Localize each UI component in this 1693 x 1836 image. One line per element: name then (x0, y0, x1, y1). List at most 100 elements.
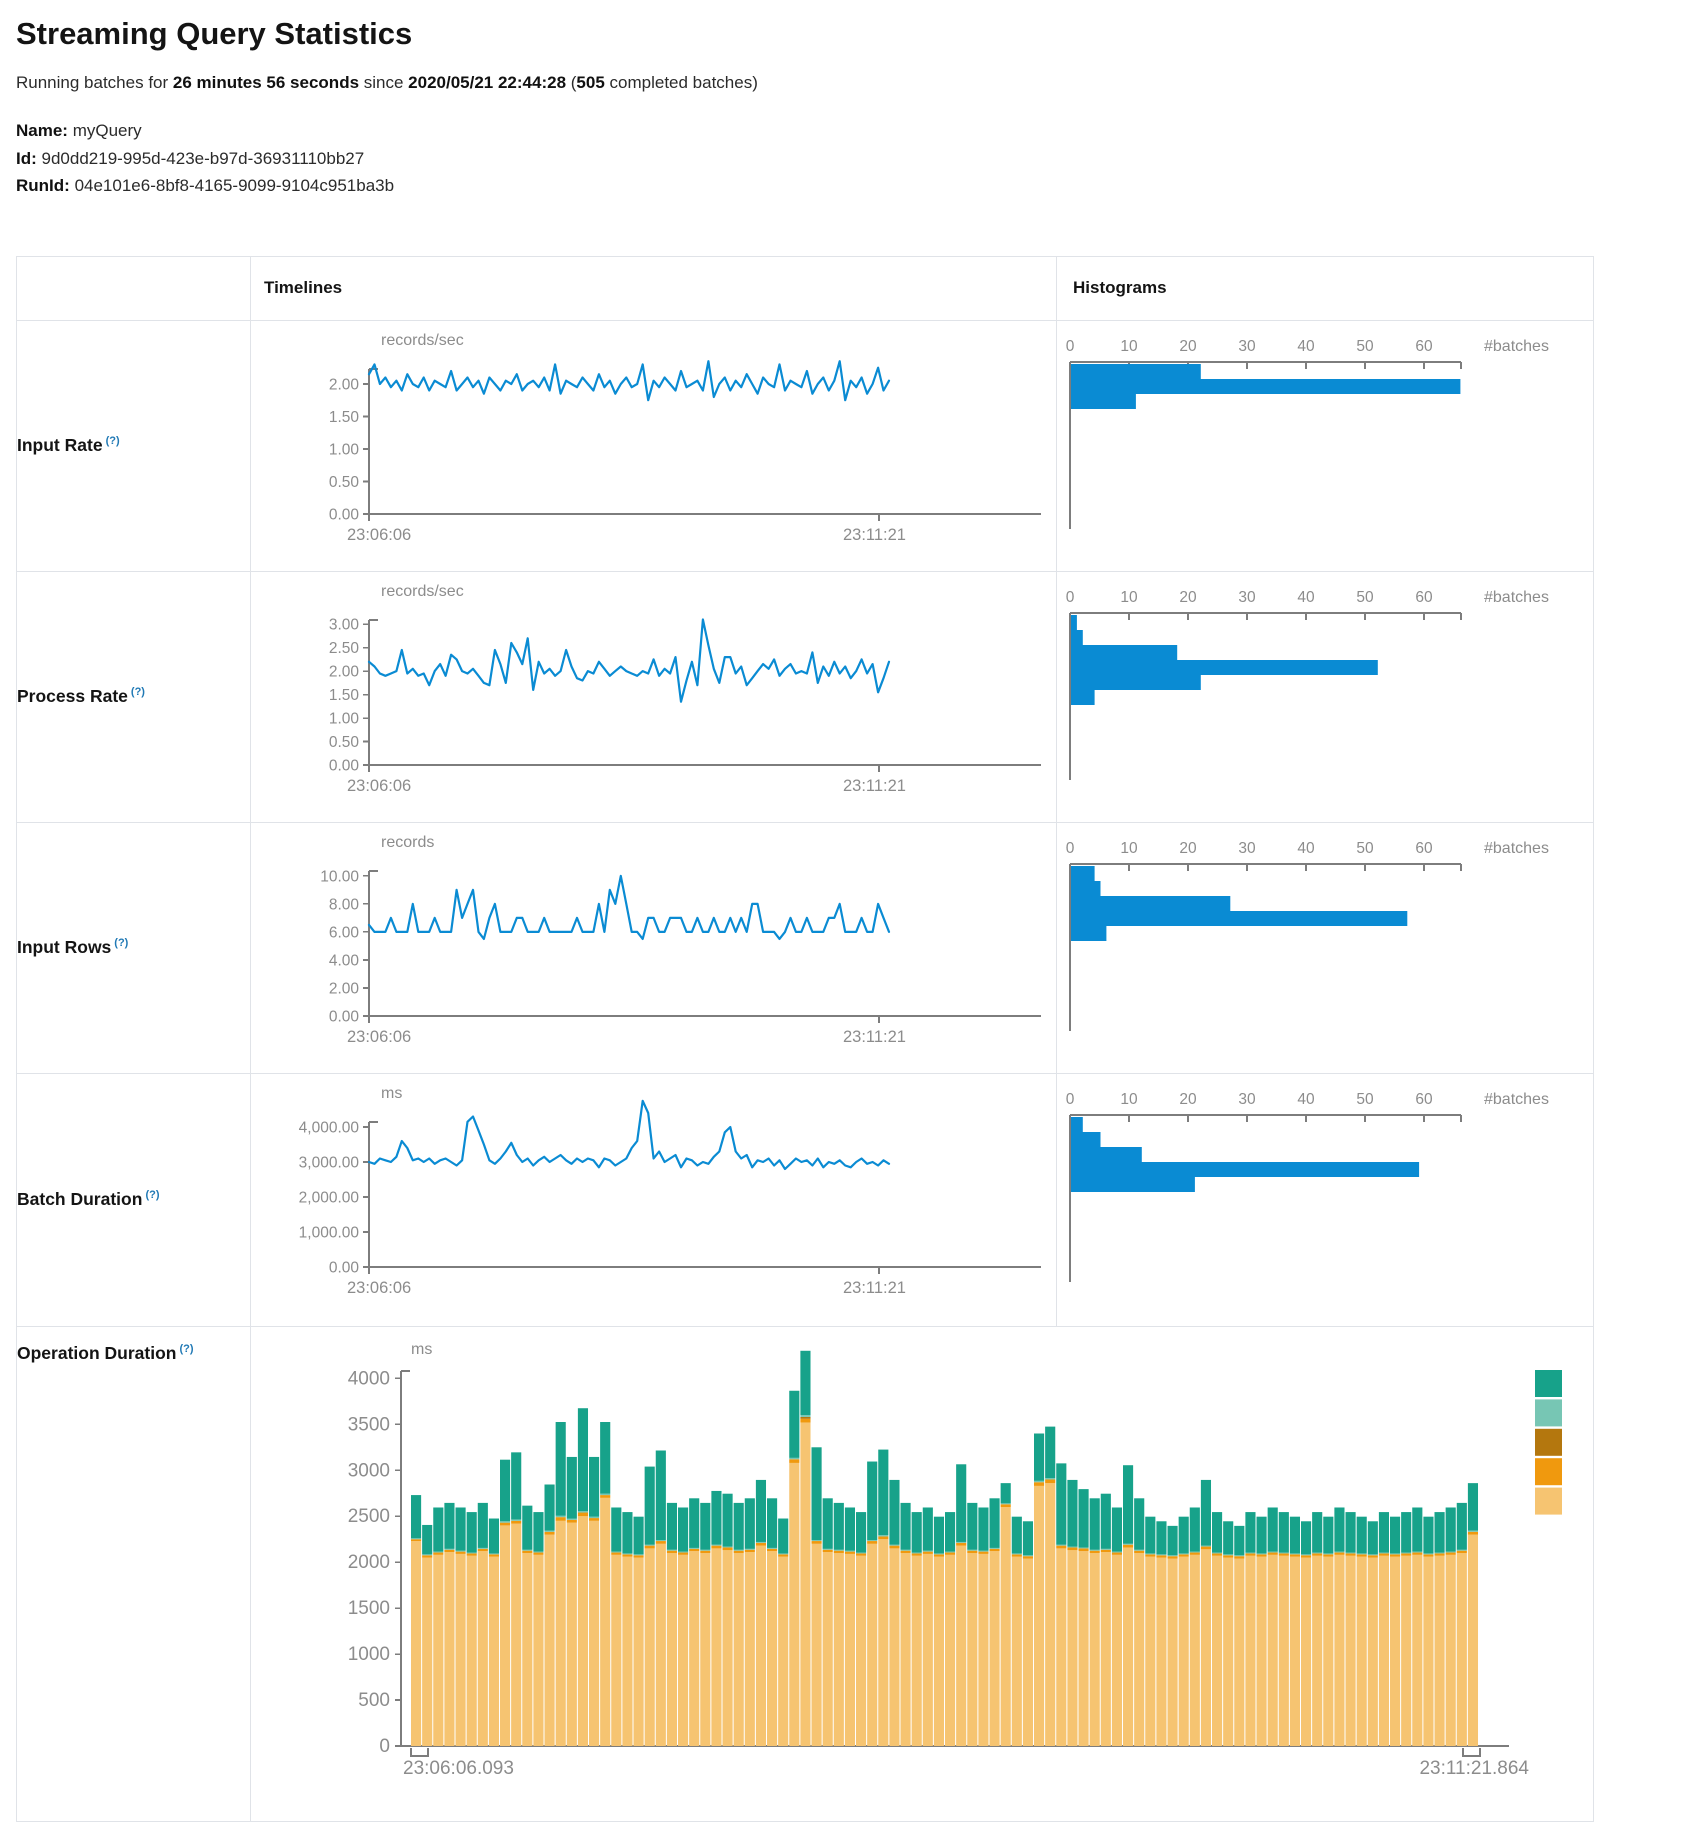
svg-text:20: 20 (1179, 1091, 1197, 1108)
svg-text:2,000.00: 2,000.00 (299, 1189, 360, 1206)
svg-text:30: 30 (1238, 589, 1256, 606)
svg-text:ms: ms (381, 1085, 402, 1102)
svg-text:23:06:06.093: 23:06:06.093 (403, 1758, 514, 1779)
row-label-process-rate: Process Rate(?) (17, 571, 251, 822)
input-rate-histogram-cell: 0102030405060#batches (1057, 320, 1594, 571)
running-start-time: 2020/05/21 22:44:28 (408, 73, 566, 92)
svg-text:500: 500 (358, 1690, 390, 1711)
running-batches-summary: Running batches for 26 minutes 56 second… (16, 73, 1677, 93)
process-rate-timeline-cell: records/sec0.000.501.001.502.002.503.002… (251, 571, 1057, 822)
svg-text:3,000.00: 3,000.00 (299, 1154, 360, 1171)
svg-text:23:11:21: 23:11:21 (843, 1028, 906, 1046)
histogram-svg: 0102030405060#batches (1057, 321, 1593, 571)
svg-text:#batches: #batches (1484, 589, 1549, 606)
svg-text:60: 60 (1415, 1091, 1433, 1108)
legend-swatch (1535, 1428, 1562, 1455)
table-row-operation-duration: Operation Duration(?) ms0500100015002000… (17, 1326, 1594, 1821)
query-runid-line: RunId: 04e101e6-8bf8-4165-9099-9104c951b… (16, 172, 1677, 200)
operation-duration-help-icon[interactable]: (?) (179, 1343, 193, 1355)
page-title: Streaming Query Statistics (16, 16, 1677, 52)
svg-text:50: 50 (1356, 589, 1374, 606)
query-runid-label: RunId: (16, 176, 70, 195)
operation-duration-label: Operation Duration (17, 1343, 176, 1363)
svg-text:0.00: 0.00 (329, 757, 360, 774)
svg-text:10: 10 (1120, 589, 1138, 606)
svg-text:40: 40 (1297, 338, 1315, 355)
table-row-input-rows: Input Rows(?) records0.002.004.006.008.0… (17, 822, 1594, 1073)
svg-text:23:06:06: 23:06:06 (347, 1279, 411, 1297)
svg-text:4,000.00: 4,000.00 (299, 1119, 360, 1136)
svg-text:10.00: 10.00 (320, 868, 359, 885)
table-row-process-rate: Process Rate(?) records/sec 0.00 0.50 1.00 1… (17, 571, 1594, 822)
process-rate-histogram-chart: 0102030405060#batches (1057, 572, 1593, 822)
process-rate-histogram-cell: 0102030405060#batches (1057, 571, 1594, 822)
batch-duration-timeline-chart: ms 0.00 1,000.00 2,000.00 3,000.00 4,000.00 23… (251, 1074, 1056, 1322)
svg-text:30: 30 (1238, 338, 1256, 355)
histogram-svg: 0102030405060#batches (1057, 823, 1593, 1073)
svg-text:1.00: 1.00 (329, 710, 360, 727)
svg-text:#batches: #batches (1484, 1091, 1549, 1108)
svg-text:50: 50 (1356, 338, 1374, 355)
input-rows-histogram-chart: 0102030405060#batches (1057, 823, 1593, 1073)
svg-text:2000: 2000 (348, 1552, 390, 1573)
svg-text:1,000.00: 1,000.00 (299, 1224, 360, 1241)
svg-text:1.50: 1.50 (329, 408, 360, 425)
batch-duration-timeline-cell: ms 0.00 1,000.00 2,000.00 3,000.00 4,000.00 23… (251, 1073, 1057, 1326)
svg-text:10: 10 (1120, 338, 1138, 355)
running-suffix: completed batches) (605, 73, 758, 92)
row-label-input-rows: Input Rows(?) (17, 822, 251, 1073)
query-name-label: Name: (16, 121, 68, 140)
query-id-label: Id: (16, 149, 37, 168)
operation-duration-stacked-chart: ms0500100015002000250030003500400023:06:… (251, 1327, 1593, 1820)
svg-text:23:11:21: 23:11:21 (843, 526, 906, 544)
svg-text:20: 20 (1179, 589, 1197, 606)
table-row-input-rate: Input Rate(?) records/sec0.000.501.001.5… (17, 320, 1594, 571)
svg-text:0.50: 0.50 (329, 734, 360, 751)
input-rate-timeline-cell: records/sec0.000.501.001.502.0023:06:062… (251, 320, 1057, 571)
svg-text:23:11:21: 23:11:21 (843, 777, 906, 795)
svg-text:records: records (381, 834, 434, 851)
svg-text:0.00: 0.00 (329, 506, 360, 523)
svg-text:3000: 3000 (348, 1460, 390, 1481)
svg-text:0: 0 (1066, 1091, 1075, 1108)
svg-text:2.00: 2.00 (329, 663, 360, 680)
batch-duration-help-icon[interactable]: (?) (145, 1189, 159, 1201)
query-id-value: 9d0dd219-995d-423e-b97d-36931110bb27 (42, 149, 365, 168)
legend-swatch (1535, 1370, 1562, 1397)
input-rows-help-icon[interactable]: (?) (114, 937, 128, 949)
histogram-svg: 0102030405060#batches (1057, 572, 1593, 822)
svg-text:4.00: 4.00 (329, 952, 360, 969)
svg-text:records/sec: records/sec (381, 583, 464, 600)
svg-text:50: 50 (1356, 840, 1374, 857)
query-meta: Name: myQuery Id: 9d0dd219-995d-423e-b97… (16, 117, 1677, 200)
input-rate-help-icon[interactable]: (?) (106, 435, 120, 447)
svg-text:60: 60 (1415, 338, 1433, 355)
svg-text:0: 0 (379, 1736, 390, 1757)
input-rate-timeline-chart: records/sec0.000.501.001.502.0023:06:062… (251, 321, 1056, 569)
input-rows-label: Input Rows (17, 937, 111, 957)
input-rows-histogram-cell: 0102030405060#batches (1057, 822, 1594, 1073)
svg-text:30: 30 (1238, 840, 1256, 857)
svg-text:23:11:21: 23:11:21 (843, 1279, 906, 1297)
svg-text:3500: 3500 (348, 1414, 390, 1435)
svg-text:2500: 2500 (348, 1506, 390, 1527)
stacked-chart-svg: ms0500100015002000250030003500400023:06:… (251, 1327, 1592, 1820)
query-name-value: myQuery (73, 121, 142, 140)
svg-text:2.00: 2.00 (329, 376, 360, 393)
legend (1535, 1370, 1562, 1515)
legend-swatch (1535, 1399, 1562, 1426)
legend-swatch (1535, 1458, 1562, 1485)
header-empty-cell (17, 256, 251, 320)
svg-text:0.00: 0.00 (329, 1259, 360, 1276)
svg-text:2.50: 2.50 (329, 640, 360, 657)
svg-text:1.50: 1.50 (329, 687, 360, 704)
svg-text:8.00: 8.00 (329, 896, 360, 913)
header-histograms: Histograms (1057, 256, 1594, 320)
process-rate-help-icon[interactable]: (?) (131, 686, 145, 698)
batch-duration-histogram-chart: 0102030405060#batches (1057, 1074, 1593, 1324)
query-runid-value: 04e101e6-8bf8-4165-9099-9104c951ba3b (75, 176, 395, 195)
svg-text:40: 40 (1297, 589, 1315, 606)
timeline-svg: records/sec0.000.501.001.502.002.503.002… (251, 572, 1056, 820)
svg-text:#batches: #batches (1484, 840, 1549, 857)
svg-text:0.50: 0.50 (329, 473, 360, 490)
